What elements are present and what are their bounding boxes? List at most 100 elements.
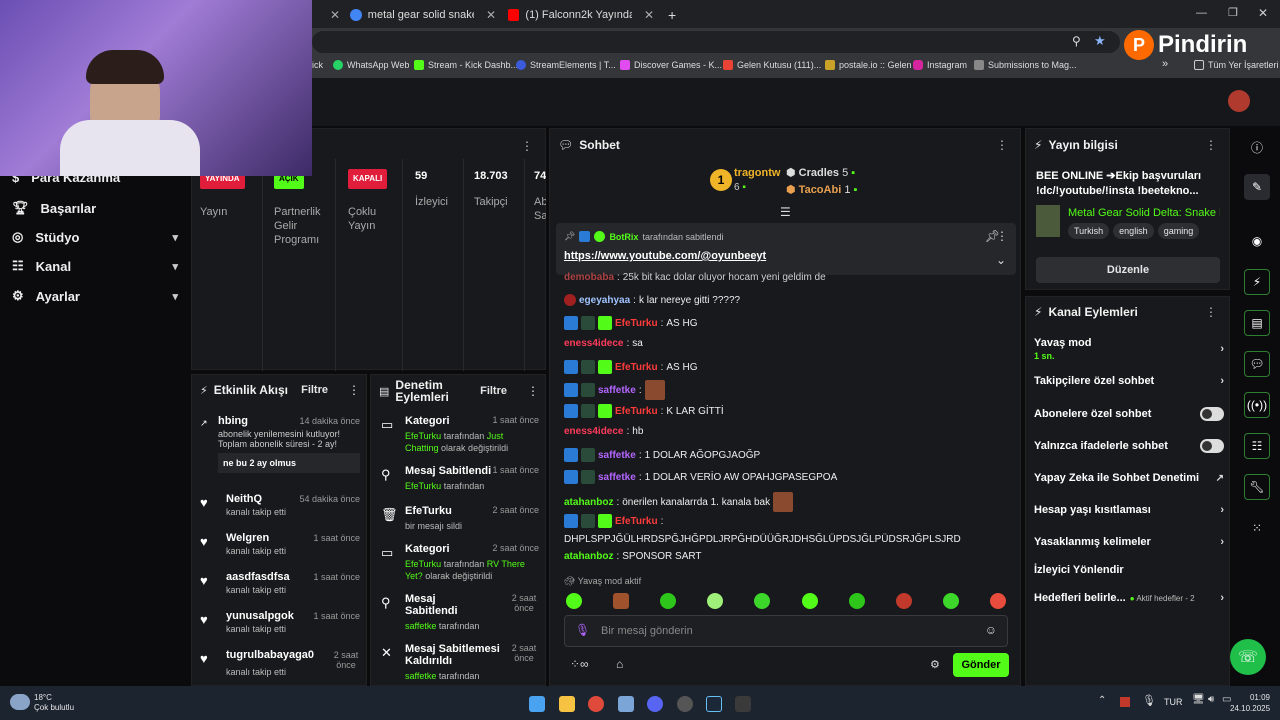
action-sub-chat[interactable]: Abonelere özel sohbet: [1034, 407, 1224, 421]
new-tab-button[interactable]: +: [662, 4, 682, 26]
bookmark-discover-games[interactable]: Discover Games - K...: [620, 60, 722, 70]
discord-icon[interactable]: [647, 696, 663, 712]
close-icon[interactable]: ✕: [644, 8, 654, 22]
emote[interactable]: [801, 593, 818, 609]
clock[interactable]: 01:09 24.10.2025: [1230, 692, 1270, 714]
bookmark-kick-dashboard[interactable]: Stream - Kick Dashb...: [414, 60, 518, 70]
chevron-down-icon[interactable]: ⌄: [996, 253, 1006, 267]
leader-3[interactable]: ⬢ TacoAbi 1 ▪: [786, 183, 857, 196]
bolt-icon[interactable]: ⚡︎: [1244, 269, 1270, 295]
bookmark-kick[interactable]: ick: [312, 60, 323, 70]
minimize-icon[interactable]: —: [1196, 7, 1207, 19]
action-goals[interactable]: Hedefleri belirle... ● Aktif hedefler - 2…: [1034, 592, 1224, 604]
emote[interactable]: [895, 593, 912, 609]
webcam-icon[interactable]: ◉: [1244, 228, 1270, 254]
action-raid[interactable]: İzleyici Yönlendir: [1034, 564, 1224, 576]
bookmark-streamelements[interactable]: StreamElements | T...: [516, 60, 616, 70]
dots-icon[interactable]: ⁙: [1244, 515, 1270, 541]
pinned-link[interactable]: https://www.youtube.com/@oyunbeeyt: [564, 250, 766, 262]
moderation-icon[interactable]: ☷: [1244, 433, 1270, 459]
filter-button[interactable]: Filtre: [480, 385, 507, 397]
tab-google[interactable]: metal gear solid snake eater - G ✕: [344, 4, 502, 26]
emote[interactable]: [989, 593, 1006, 609]
action-emote-chat[interactable]: Yalnızca ifadelerle sohbet: [1034, 439, 1224, 453]
action-ai-moderation[interactable]: Yapay Zeka ile Sohbet Denetimi ↗: [1034, 472, 1224, 484]
tab-label: metal gear solid snake eater - G: [367, 9, 474, 21]
avatar[interactable]: [1228, 90, 1250, 112]
star-icon[interactable]: ★: [1094, 33, 1106, 49]
chevron-up-icon[interactable]: ⌃: [1098, 695, 1106, 706]
sidebar-item-settings[interactable]: ⚙ Ayarlar ▾: [12, 288, 178, 304]
action-slow-mode[interactable]: Yavaş mod 1 sn. ›: [1034, 337, 1224, 361]
volume-icon[interactable]: 🔊︎: [1208, 694, 1214, 705]
info-icon[interactable]: ⓘ: [1244, 134, 1270, 160]
more-icon[interactable]: ⋮: [1205, 305, 1217, 319]
emote[interactable]: [942, 593, 959, 609]
more-icon[interactable]: ⋮: [996, 229, 1008, 243]
bookmark-gmail[interactable]: Gelen Kutusu (111)...: [723, 60, 821, 70]
emote[interactable]: [613, 593, 630, 609]
emote[interactable]: [707, 593, 724, 609]
more-icon[interactable]: ⋮: [348, 383, 360, 397]
emoji-icon[interactable]: ☺: [985, 623, 997, 637]
sidebar-item-channel[interactable]: ☷ Kanal ▾: [12, 258, 178, 274]
weather-widget[interactable]: 18°C Çok bulutlu: [34, 693, 74, 713]
edit-button[interactable]: Düzenle: [1036, 257, 1220, 283]
action-account-age[interactable]: Hesap yaşı kısıtlaması ›: [1034, 504, 1224, 516]
more-icon[interactable]: ⋮: [527, 384, 539, 398]
send-button[interactable]: Gönder: [953, 653, 1009, 677]
zoom-icon[interactable]: ⚲: [1072, 34, 1081, 48]
start-icon[interactable]: [529, 696, 545, 712]
sidebar-item-studio[interactable]: ◎ Stüdyo ▾: [12, 229, 178, 245]
more-icon[interactable]: ⋮: [996, 138, 1008, 152]
toggle-switch[interactable]: [1200, 439, 1224, 453]
emote[interactable]: [566, 593, 582, 609]
chat-icon[interactable]: 💬︎: [1244, 351, 1270, 377]
prediction-icon[interactable]: ⁘∞: [570, 657, 589, 671]
pencil-icon[interactable]: ✎: [1244, 174, 1270, 200]
action-follower-chat[interactable]: Takipçilere özel sohbet ›: [1034, 375, 1224, 387]
leader-name[interactable]: tragontw: [734, 167, 780, 179]
support-button[interactable]: ☏: [1230, 639, 1266, 675]
network-icon[interactable]: 🖥︎: [1192, 694, 1205, 705]
game-icon[interactable]: [735, 696, 751, 712]
microphone-icon[interactable]: 🎙︎: [575, 623, 590, 637]
bookmark-whatsapp[interactable]: WhatsApp Web: [333, 60, 409, 70]
file-explorer-icon[interactable]: [559, 696, 575, 712]
sidebar-item-achievements[interactable]: 🏆︎ Başarılar: [12, 200, 178, 216]
all-bookmarks[interactable]: Tüm Yer İşaretleri: [1194, 60, 1279, 70]
leader-2[interactable]: ⬢ Cradles 5 ▪: [786, 166, 855, 179]
game-name[interactable]: Metal Gear Solid Delta: Snake E: [1068, 207, 1220, 219]
notes-icon[interactable]: ▤: [1244, 310, 1270, 336]
emote[interactable]: [754, 593, 771, 609]
steam-icon[interactable]: [706, 696, 722, 712]
collapse-icon[interactable]: ☰: [780, 205, 791, 219]
close-window-icon[interactable]: ✕: [1258, 6, 1268, 20]
chrome-icon[interactable]: [588, 696, 604, 712]
chat-input[interactable]: 🎙︎ Bir mesaj gönderin ☺: [564, 615, 1008, 647]
tab-close-prev[interactable]: ✕: [318, 4, 346, 26]
app-icon[interactable]: [618, 696, 634, 712]
tab-youtube[interactable]: (1) Falconn2k Yayında 25k Bit B ✕: [502, 4, 660, 26]
more-icon[interactable]: ⋮: [521, 139, 533, 153]
microphone-icon[interactable]: 🎙︎: [1142, 694, 1156, 707]
wrench-icon[interactable]: 🔧︎: [1244, 474, 1270, 500]
filter-button[interactable]: Filtre: [301, 384, 328, 396]
language-indicator[interactable]: TUR: [1164, 697, 1183, 707]
store-icon[interactable]: ⌂: [616, 657, 623, 671]
bookmark-postale[interactable]: postale.io :: Gelen: [825, 60, 912, 70]
bookmark-submissions[interactable]: Submissions to Mag...: [974, 60, 1077, 70]
action-banned-words[interactable]: Yasaklanmış kelimeler ›: [1034, 536, 1224, 548]
address-bar[interactable]: [312, 31, 1120, 53]
close-icon[interactable]: ✕: [486, 8, 496, 22]
obs-icon[interactable]: [677, 696, 693, 712]
emote[interactable]: [660, 593, 677, 609]
emote[interactable]: [848, 593, 865, 609]
tray-icon[interactable]: [1120, 697, 1130, 707]
more-icon[interactable]: ⋮: [1205, 138, 1217, 152]
bookmark-instagram[interactable]: Instagram: [913, 60, 967, 70]
broadcast-icon[interactable]: ((•)): [1244, 392, 1270, 418]
toggle-switch[interactable]: [1200, 407, 1224, 421]
maximize-icon[interactable]: ❐: [1228, 6, 1238, 19]
gear-icon[interactable]: ⚙: [930, 658, 940, 671]
